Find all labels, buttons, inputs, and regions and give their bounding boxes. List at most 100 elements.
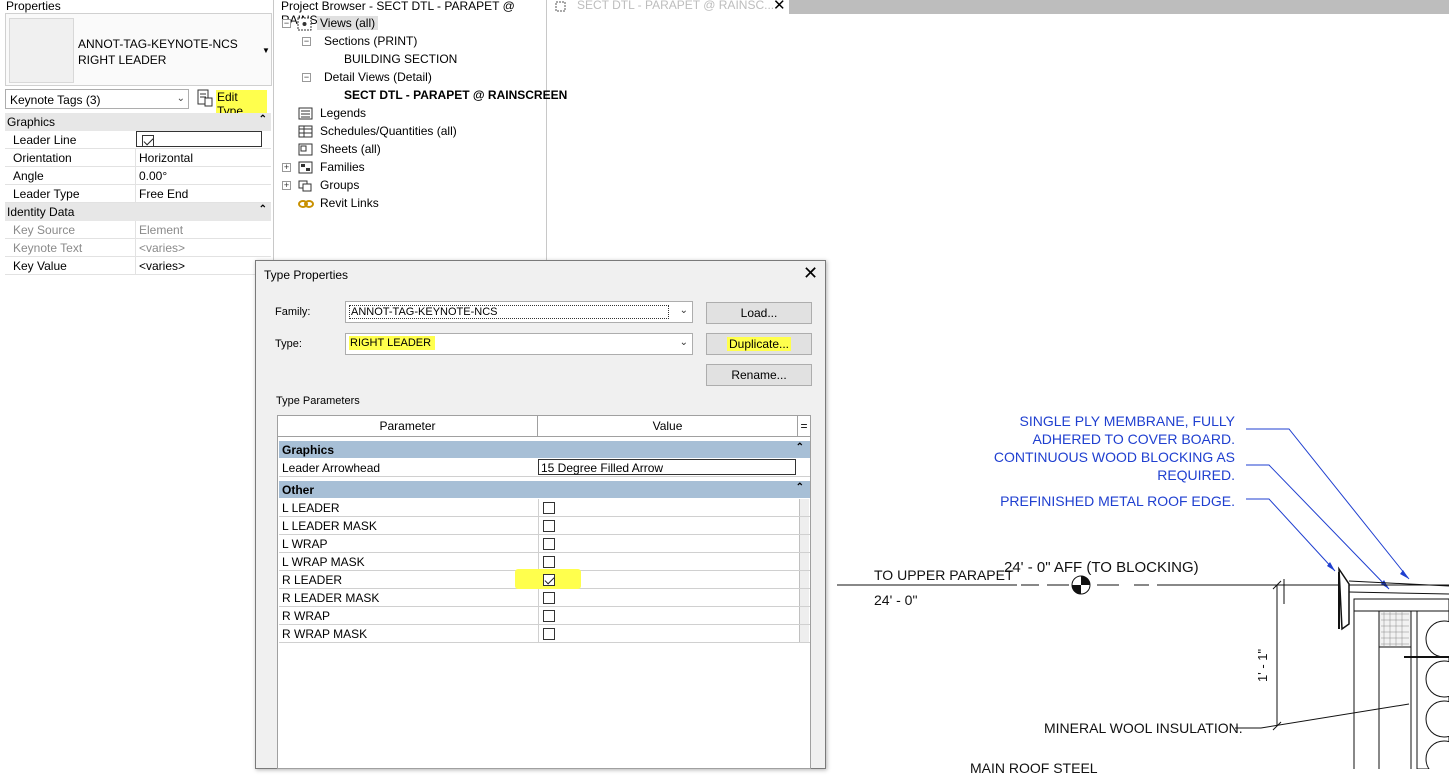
property-row: Key Source Element [5,221,271,239]
edit-type-button[interactable]: Edit Type [195,87,267,118]
orientation-value[interactable]: Horizontal [135,149,271,166]
property-label: Keynote Text [13,241,83,255]
collapse-icon[interactable]: ⌃ [259,204,267,215]
tree-item-active-view[interactable]: SECT DTL - PARAPET @ RAINSCREEN [344,88,567,102]
parameter-label: Leader Arrowhead [282,461,381,475]
views-icon [297,17,312,31]
expand-toggle[interactable]: + [282,181,291,190]
formula-cell[interactable] [799,499,809,516]
schedules-icon [298,125,313,138]
collapse-toggle[interactable]: − [282,19,291,28]
view-tab[interactable]: SECT DTL - PARAPET @ RAINSC... ✕ [549,0,789,14]
type-value: RIGHT LEADER [349,336,436,350]
group-label: Graphics [282,443,335,457]
tree-item-schedules[interactable]: Schedules/Quantities (all) [320,124,457,138]
formula-cell[interactable] [799,589,809,606]
parameter-row: L WRAP [279,535,810,553]
project-browser: Project Browser - SECT DTL - PARAPET @ R… [277,0,567,262]
keynote-blocking-line2[interactable]: REQUIRED. [969,466,1235,484]
tree-item-legends[interactable]: Legends [320,106,366,120]
r-wrap-checkbox[interactable] [543,610,555,622]
parameter-label: L LEADER MASK [282,519,377,533]
formula-cell[interactable] [799,517,809,534]
rename-button[interactable]: Rename... [706,364,812,386]
column-header-value[interactable]: Value [538,416,798,437]
parameter-label: R LEADER MASK [282,591,380,605]
keynote-main-roof[interactable]: MAIN ROOF STEEL [970,760,1098,776]
l-wrap-mask-checkbox[interactable] [543,556,555,568]
l-wrap-checkbox[interactable] [543,538,555,550]
tree-item-families[interactable]: Families [320,160,365,174]
chevron-down-icon: ⌄ [679,337,688,348]
parameter-row: L LEADER [279,499,810,517]
level-name[interactable]: TO UPPER PARAPET [874,567,1014,583]
dimension-text[interactable]: 1' - 1" [1255,649,1270,682]
identity-section-header[interactable]: Identity Data ⌃ [5,203,271,221]
formula-cell[interactable] [799,607,809,624]
other-group-header[interactable]: Other ⌃ [279,481,810,498]
property-label: Leader Type [13,187,80,201]
collapse-toggle[interactable]: − [302,37,311,46]
keynote-metal-roof-edge[interactable]: PREFINISHED METAL ROOF EDGE. [969,492,1235,510]
close-icon[interactable]: ✕ [773,0,786,14]
r-leader-checkbox[interactable] [543,574,555,586]
l-leader-checkbox[interactable] [543,502,555,514]
level-elevation[interactable]: 24' - 0" [874,592,917,608]
collapse-toggle[interactable]: − [302,73,311,82]
column-header-parameter[interactable]: Parameter [278,416,538,437]
collapse-icon[interactable]: ⌃ [259,114,267,125]
close-icon[interactable]: ✕ [803,263,818,284]
tree-item-views-all[interactable]: Views (all) [317,16,379,30]
formula-cell[interactable] [799,571,809,588]
family-dropdown[interactable]: ANNOT-TAG-KEYNOTE-NCS ⌄ [345,301,693,323]
edit-type-icon [197,89,213,107]
leader-line-checkbox[interactable] [142,135,154,147]
keynote-membrane-line1[interactable]: SINGLE PLY MEMBRANE, FULLY [969,412,1235,430]
tree-item-sheets[interactable]: Sheets (all) [320,142,381,156]
property-label: Angle [13,169,44,183]
chevron-down-icon[interactable]: ▼ [262,46,270,55]
instance-filter-value: Keynote Tags (3) [10,93,101,107]
property-row: Angle 0.00° [5,167,271,185]
section-label: Identity Data [7,205,75,219]
tree-item-revit-links[interactable]: Revit Links [320,196,379,210]
key-source-value: Element [135,221,271,238]
keynote-membrane-line2[interactable]: ADHERED TO COVER BOARD. [969,430,1235,448]
families-icon [298,161,313,174]
formula-cell[interactable] [799,553,809,570]
keynote-blocking-line1[interactable]: CONTINUOUS WOOD BLOCKING AS [969,448,1235,466]
key-value-value[interactable]: <varies> [135,257,271,274]
family-value: ANNOT-TAG-KEYNOTE-NCS [349,305,669,319]
formula-cell[interactable] [799,625,809,642]
leader-arrowhead-value[interactable]: 15 Degree Filled Arrow [538,459,796,475]
duplicate-button[interactable]: Duplicate... [706,333,812,355]
tree-item-sections[interactable]: Sections (PRINT) [324,34,417,48]
instance-filter-dropdown[interactable]: Keynote Tags (3) ⌄ [5,89,189,109]
level-note[interactable]: 24' - 0" AFF (TO BLOCKING) [1004,559,1199,576]
collapse-icon[interactable]: ⌃ [796,442,804,453]
leader-line-value[interactable] [136,131,262,147]
r-leader-mask-checkbox[interactable] [543,592,555,604]
tree-item-groups[interactable]: Groups [320,178,359,192]
tree-item-detail-views[interactable]: Detail Views (Detail) [324,70,432,84]
graphics-section-header[interactable]: Graphics ⌃ [5,113,271,131]
keynote-mineral-wool[interactable]: MINERAL WOOL INSULATION. [1044,720,1243,736]
load-button[interactable]: Load... [706,302,812,324]
l-leader-mask-checkbox[interactable] [543,520,555,532]
graphics-group-header[interactable]: Graphics ⌃ [279,441,810,458]
dialog-title: Type Properties [264,268,349,282]
type-properties-dialog: Type Properties ✕ Family: ANNOT-TAG-KEYN… [255,260,826,769]
column-header-formula[interactable]: = [798,416,810,437]
formula-cell[interactable] [799,535,809,552]
property-label: Key Value [13,259,67,273]
r-wrap-mask-checkbox[interactable] [543,628,555,640]
expand-toggle[interactable]: + [282,163,291,172]
collapse-icon[interactable]: ⌃ [796,482,804,493]
type-dropdown[interactable]: RIGHT LEADER ⌄ [345,333,693,355]
leader-type-value[interactable]: Free End [135,185,271,202]
property-row: Keynote Text <varies> [5,239,271,257]
tree-item-building-section[interactable]: BUILDING SECTION [344,52,457,66]
type-label: Type: [275,338,302,350]
angle-value[interactable]: 0.00° [135,167,271,184]
properties-panel: Properties ANNOT-TAG-KEYNOTE-NCS RIGHT L… [0,0,274,769]
